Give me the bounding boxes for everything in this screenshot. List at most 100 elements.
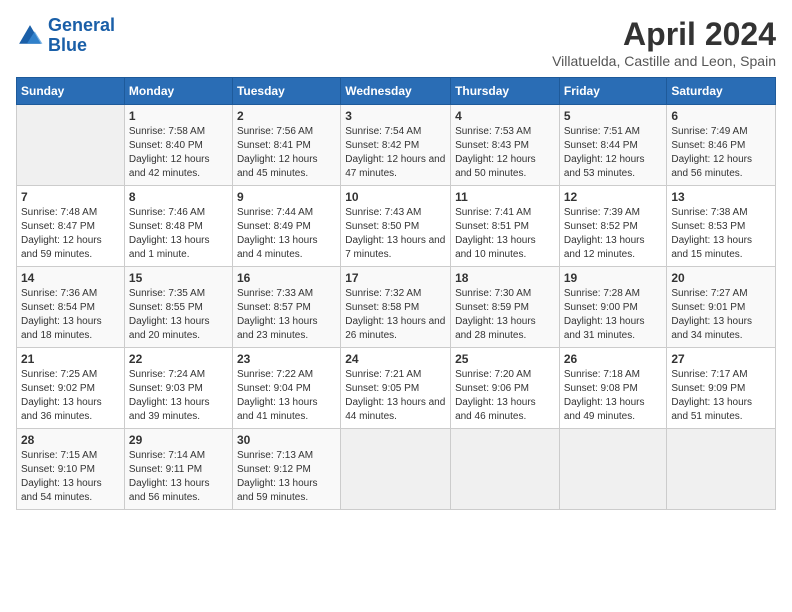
sunset-text: Sunset: 9:01 PM	[671, 301, 771, 315]
daylight-text: Daylight: 13 hours and 59 minutes.	[237, 477, 336, 505]
weekday-header: Saturday	[667, 78, 776, 105]
logo-general: General	[48, 15, 115, 35]
day-info: Sunrise: 7:30 AM Sunset: 8:59 PM Dayligh…	[455, 287, 555, 343]
calendar-cell: 20 Sunrise: 7:27 AM Sunset: 9:01 PM Dayl…	[667, 267, 776, 348]
sunrise-text: Sunrise: 7:15 AM	[21, 449, 120, 463]
sunrise-text: Sunrise: 7:18 AM	[564, 368, 663, 382]
sunrise-text: Sunrise: 7:22 AM	[237, 368, 336, 382]
sunset-text: Sunset: 8:41 PM	[237, 139, 336, 153]
logo-text: General Blue	[48, 16, 115, 56]
calendar-cell: 18 Sunrise: 7:30 AM Sunset: 8:59 PM Dayl…	[451, 267, 560, 348]
day-number: 26	[564, 352, 663, 366]
day-number: 13	[671, 190, 771, 204]
logo: General Blue	[16, 16, 115, 56]
calendar-cell	[341, 429, 451, 510]
sunset-text: Sunset: 9:11 PM	[129, 463, 228, 477]
sunset-text: Sunset: 9:06 PM	[455, 382, 555, 396]
sunset-text: Sunset: 8:47 PM	[21, 220, 120, 234]
sunrise-text: Sunrise: 7:49 AM	[671, 125, 771, 139]
day-info: Sunrise: 7:17 AM Sunset: 9:09 PM Dayligh…	[671, 368, 771, 424]
daylight-text: Daylight: 12 hours and 50 minutes.	[455, 153, 555, 181]
daylight-text: Daylight: 13 hours and 34 minutes.	[671, 315, 771, 343]
daylight-text: Daylight: 12 hours and 42 minutes.	[129, 153, 228, 181]
calendar-cell: 8 Sunrise: 7:46 AM Sunset: 8:48 PM Dayli…	[124, 186, 232, 267]
calendar-body: 1 Sunrise: 7:58 AM Sunset: 8:40 PM Dayli…	[17, 105, 776, 510]
daylight-text: Daylight: 12 hours and 47 minutes.	[345, 153, 446, 181]
day-info: Sunrise: 7:43 AM Sunset: 8:50 PM Dayligh…	[345, 206, 446, 262]
weekday-header: Wednesday	[341, 78, 451, 105]
day-number: 14	[21, 271, 120, 285]
calendar-week-row: 14 Sunrise: 7:36 AM Sunset: 8:54 PM Dayl…	[17, 267, 776, 348]
day-number: 6	[671, 109, 771, 123]
day-info: Sunrise: 7:35 AM Sunset: 8:55 PM Dayligh…	[129, 287, 228, 343]
calendar-week-row: 1 Sunrise: 7:58 AM Sunset: 8:40 PM Dayli…	[17, 105, 776, 186]
sunset-text: Sunset: 8:46 PM	[671, 139, 771, 153]
weekday-header: Thursday	[451, 78, 560, 105]
sunset-text: Sunset: 8:55 PM	[129, 301, 228, 315]
day-number: 4	[455, 109, 555, 123]
day-number: 18	[455, 271, 555, 285]
sunrise-text: Sunrise: 7:21 AM	[345, 368, 446, 382]
sunset-text: Sunset: 8:42 PM	[345, 139, 446, 153]
daylight-text: Daylight: 13 hours and 36 minutes.	[21, 396, 120, 424]
day-info: Sunrise: 7:33 AM Sunset: 8:57 PM Dayligh…	[237, 287, 336, 343]
sunrise-text: Sunrise: 7:13 AM	[237, 449, 336, 463]
day-number: 28	[21, 433, 120, 447]
sunrise-text: Sunrise: 7:53 AM	[455, 125, 555, 139]
sunset-text: Sunset: 9:09 PM	[671, 382, 771, 396]
sunrise-text: Sunrise: 7:36 AM	[21, 287, 120, 301]
daylight-text: Daylight: 13 hours and 1 minute.	[129, 234, 228, 262]
daylight-text: Daylight: 13 hours and 10 minutes.	[455, 234, 555, 262]
calendar-cell: 1 Sunrise: 7:58 AM Sunset: 8:40 PM Dayli…	[124, 105, 232, 186]
calendar-cell: 21 Sunrise: 7:25 AM Sunset: 9:02 PM Dayl…	[17, 348, 125, 429]
day-number: 29	[129, 433, 228, 447]
day-number: 8	[129, 190, 228, 204]
day-number: 3	[345, 109, 446, 123]
day-number: 25	[455, 352, 555, 366]
sunrise-text: Sunrise: 7:14 AM	[129, 449, 228, 463]
sunrise-text: Sunrise: 7:32 AM	[345, 287, 446, 301]
daylight-text: Daylight: 13 hours and 54 minutes.	[21, 477, 120, 505]
daylight-text: Daylight: 12 hours and 59 minutes.	[21, 234, 120, 262]
calendar-cell: 5 Sunrise: 7:51 AM Sunset: 8:44 PM Dayli…	[559, 105, 667, 186]
daylight-text: Daylight: 13 hours and 51 minutes.	[671, 396, 771, 424]
sunset-text: Sunset: 8:51 PM	[455, 220, 555, 234]
sunset-text: Sunset: 8:58 PM	[345, 301, 446, 315]
calendar-cell: 7 Sunrise: 7:48 AM Sunset: 8:47 PM Dayli…	[17, 186, 125, 267]
day-number: 9	[237, 190, 336, 204]
sunrise-text: Sunrise: 7:30 AM	[455, 287, 555, 301]
sunrise-text: Sunrise: 7:27 AM	[671, 287, 771, 301]
day-info: Sunrise: 7:21 AM Sunset: 9:05 PM Dayligh…	[345, 368, 446, 424]
day-number: 2	[237, 109, 336, 123]
sunset-text: Sunset: 8:49 PM	[237, 220, 336, 234]
daylight-text: Daylight: 13 hours and 28 minutes.	[455, 315, 555, 343]
day-number: 10	[345, 190, 446, 204]
calendar-cell: 25 Sunrise: 7:20 AM Sunset: 9:06 PM Dayl…	[451, 348, 560, 429]
sunset-text: Sunset: 8:57 PM	[237, 301, 336, 315]
day-number: 1	[129, 109, 228, 123]
calendar-cell	[559, 429, 667, 510]
sunrise-text: Sunrise: 7:35 AM	[129, 287, 228, 301]
sunset-text: Sunset: 9:03 PM	[129, 382, 228, 396]
calendar-cell: 16 Sunrise: 7:33 AM Sunset: 8:57 PM Dayl…	[232, 267, 340, 348]
weekday-row: SundayMondayTuesdayWednesdayThursdayFrid…	[17, 78, 776, 105]
calendar-cell: 15 Sunrise: 7:35 AM Sunset: 8:55 PM Dayl…	[124, 267, 232, 348]
day-info: Sunrise: 7:39 AM Sunset: 8:52 PM Dayligh…	[564, 206, 663, 262]
calendar-cell: 13 Sunrise: 7:38 AM Sunset: 8:53 PM Dayl…	[667, 186, 776, 267]
calendar-cell: 11 Sunrise: 7:41 AM Sunset: 8:51 PM Dayl…	[451, 186, 560, 267]
calendar-table: SundayMondayTuesdayWednesdayThursdayFrid…	[16, 77, 776, 510]
day-number: 21	[21, 352, 120, 366]
sunset-text: Sunset: 8:53 PM	[671, 220, 771, 234]
sunrise-text: Sunrise: 7:51 AM	[564, 125, 663, 139]
calendar-cell: 26 Sunrise: 7:18 AM Sunset: 9:08 PM Dayl…	[559, 348, 667, 429]
calendar-cell: 22 Sunrise: 7:24 AM Sunset: 9:03 PM Dayl…	[124, 348, 232, 429]
sunset-text: Sunset: 8:52 PM	[564, 220, 663, 234]
day-number: 12	[564, 190, 663, 204]
sunrise-text: Sunrise: 7:58 AM	[129, 125, 228, 139]
calendar-cell: 28 Sunrise: 7:15 AM Sunset: 9:10 PM Dayl…	[17, 429, 125, 510]
weekday-header: Friday	[559, 78, 667, 105]
day-number: 15	[129, 271, 228, 285]
sunset-text: Sunset: 9:04 PM	[237, 382, 336, 396]
day-info: Sunrise: 7:56 AM Sunset: 8:41 PM Dayligh…	[237, 125, 336, 181]
daylight-text: Daylight: 13 hours and 46 minutes.	[455, 396, 555, 424]
